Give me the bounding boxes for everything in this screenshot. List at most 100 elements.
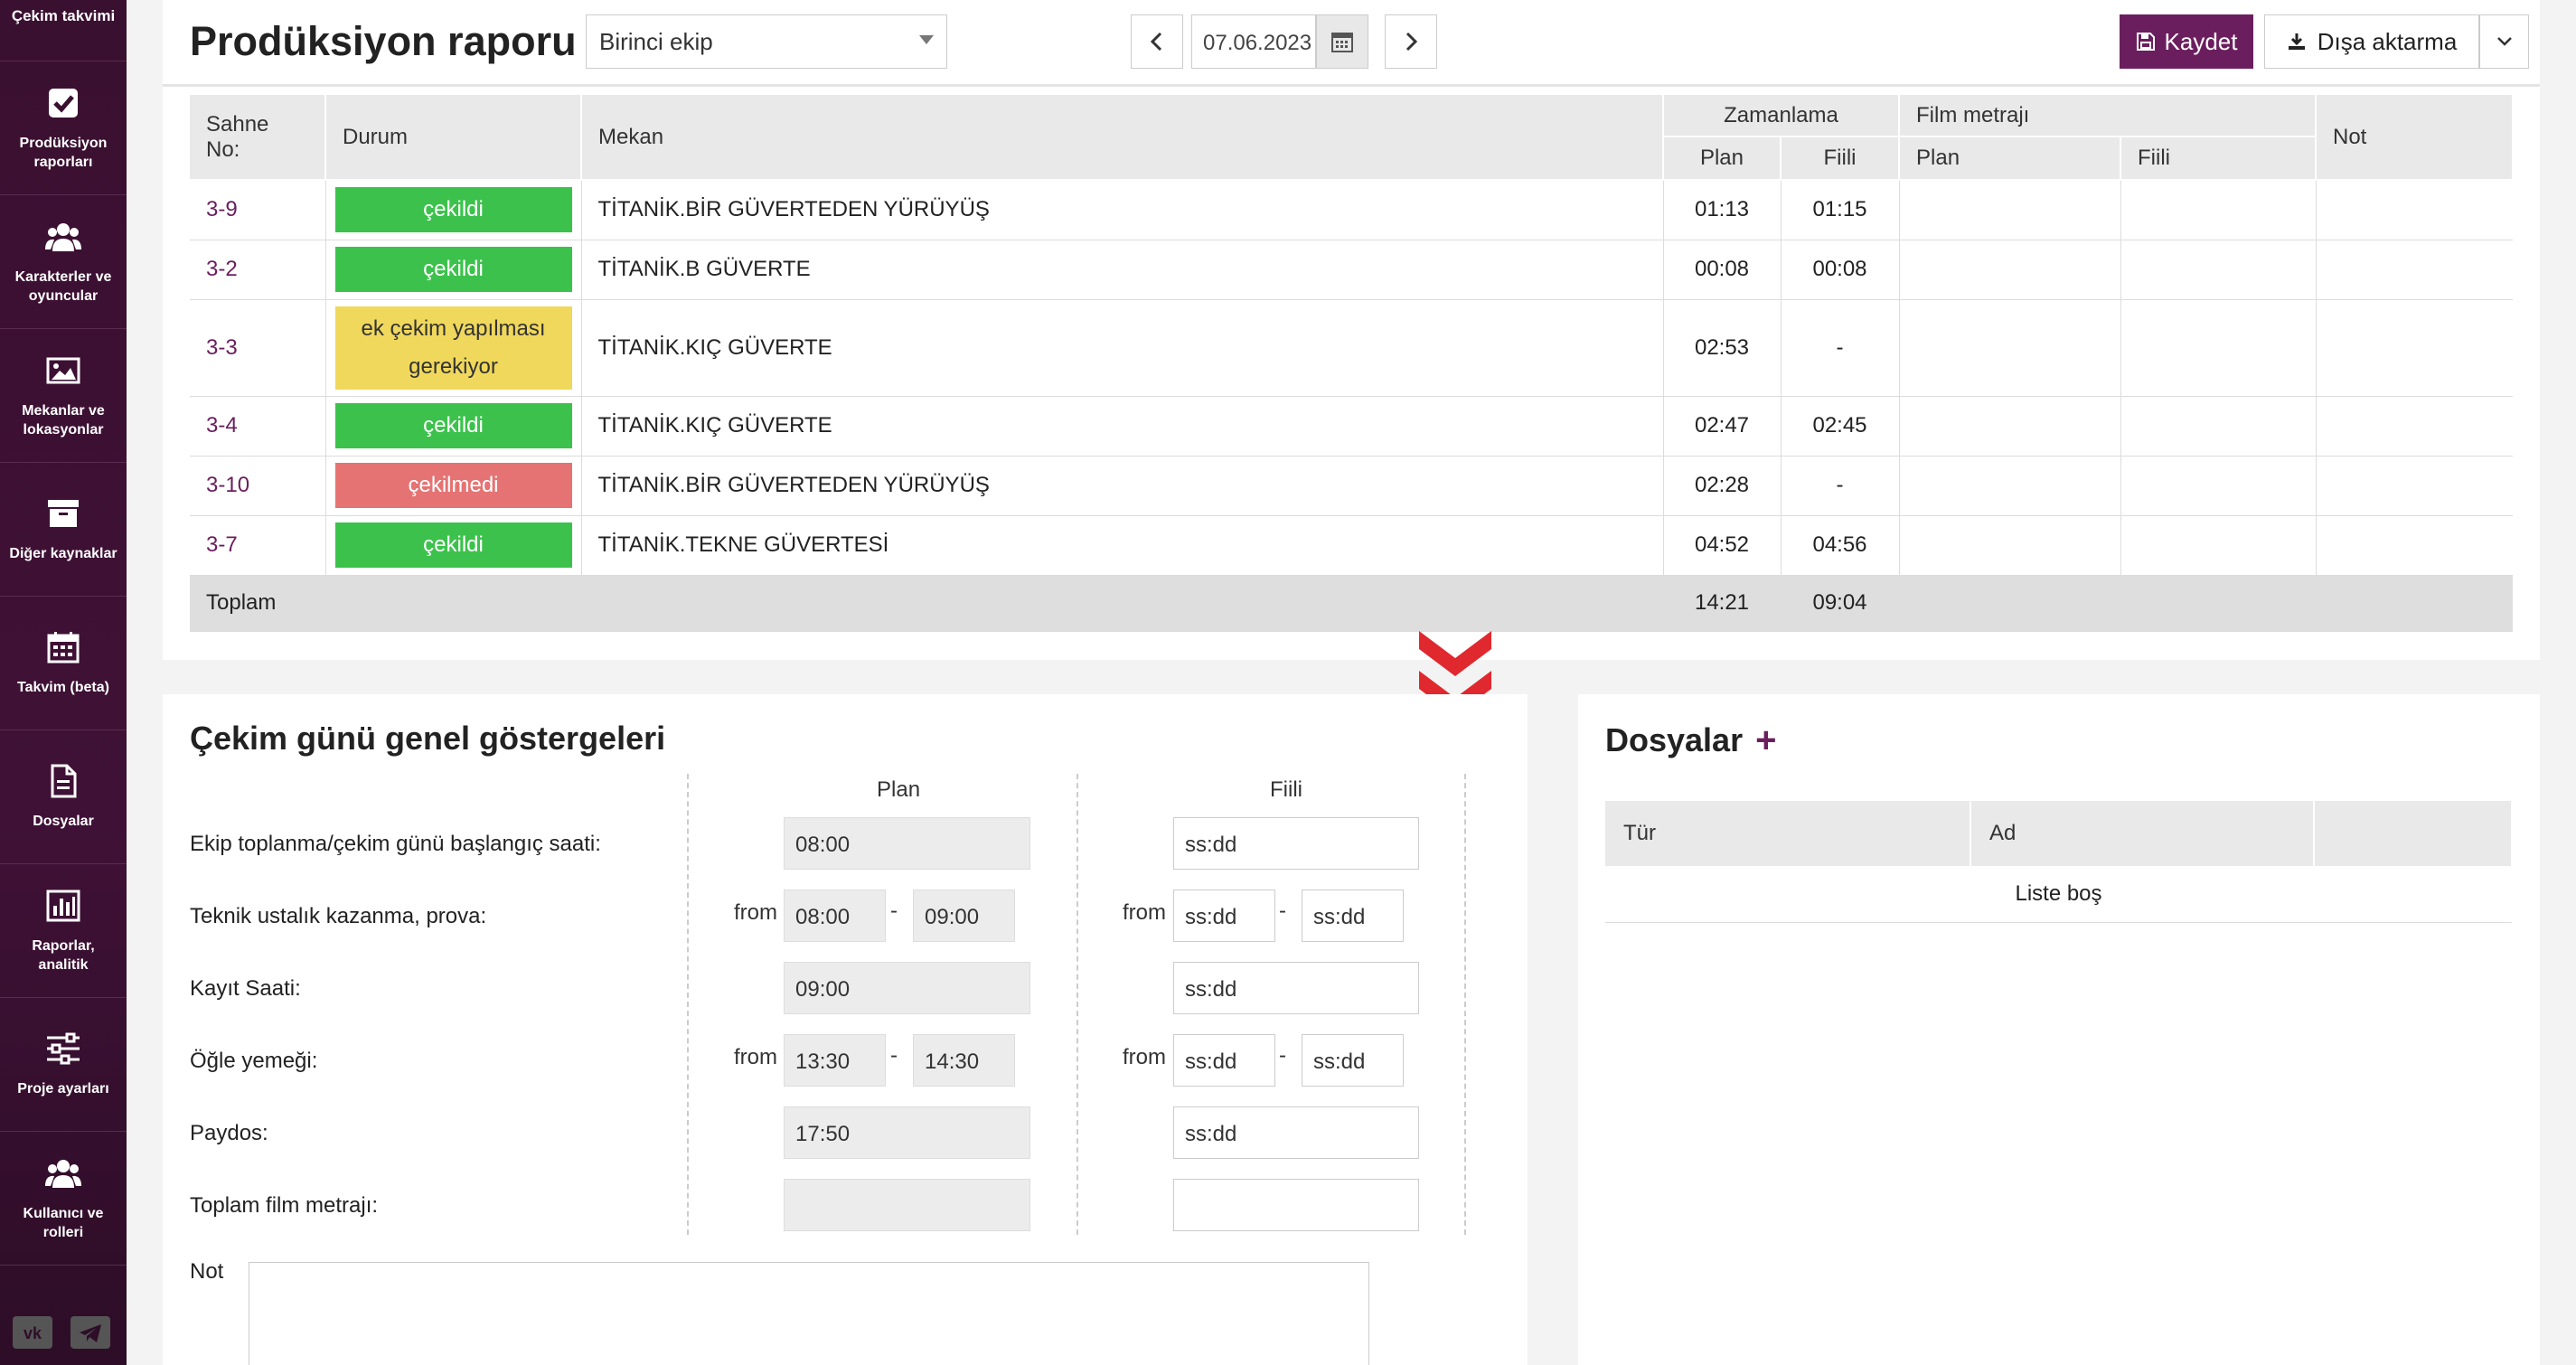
timing-actual: 04:56: [1781, 515, 1900, 576]
actual-column-header: Fiili: [1270, 777, 1302, 802]
recording-time-actual[interactable]: ss:dd: [1173, 962, 1419, 1014]
col-footage-plan: Plan: [1899, 136, 2121, 181]
date-input[interactable]: 07.06.2023: [1191, 14, 1316, 69]
sidebar-item-label: Proje ayarları: [17, 1081, 109, 1097]
scenes-table: Sahne No: Durum Mekan Zamanlama Film met…: [190, 95, 2514, 632]
sidebar-item-project-settings[interactable]: Proje ayarları: [0, 998, 127, 1132]
divider: [687, 774, 689, 1235]
footage-plan[interactable]: [1899, 456, 2121, 516]
rehearsal-actual-to[interactable]: ss:dd: [1302, 890, 1404, 942]
sidebar-item-characters[interactable]: Karakterler ve oyuncular: [0, 195, 127, 329]
rehearsal-actual-from[interactable]: ss:dd: [1173, 890, 1275, 942]
total-footage-plan-input[interactable]: [784, 1179, 1030, 1231]
footage-plan[interactable]: [1899, 240, 2121, 300]
scene-number[interactable]: 3-10: [190, 456, 326, 516]
footage-plan[interactable]: [1899, 180, 2121, 240]
table-row[interactable]: 3-4 çekildi TİTANİK.KIÇ GÜVERTE 02:47 02…: [190, 396, 2513, 457]
table-row[interactable]: 3-3 ek çekim yapılması gerekiyor TİTANİK…: [190, 299, 2513, 397]
rehearsal-plan-from[interactable]: 08:00: [784, 890, 886, 942]
sidebar-item-users-roles[interactable]: Kullanıcı ve rolleri: [0, 1132, 127, 1266]
scene-number[interactable]: 3-2: [190, 240, 326, 300]
footage-actual[interactable]: [2120, 299, 2317, 397]
crew-start-plan[interactable]: 08:00: [784, 817, 1030, 870]
note-cell[interactable]: [2316, 299, 2513, 397]
footage-actual[interactable]: [2120, 456, 2317, 516]
footage-plan[interactable]: [1899, 515, 2121, 576]
wrap-plan[interactable]: 17:50: [784, 1106, 1030, 1159]
prev-date-button[interactable]: [1131, 14, 1183, 69]
note-textarea[interactable]: [249, 1262, 1369, 1365]
col-note: Not: [2316, 95, 2514, 181]
footage-actual[interactable]: [2120, 240, 2317, 300]
wrap-actual[interactable]: ss:dd: [1173, 1106, 1419, 1159]
vk-icon[interactable]: vk: [13, 1316, 52, 1349]
timing-plan: 00:08: [1663, 240, 1782, 300]
table-row[interactable]: 3-7 çekildi TİTANİK.TEKNE GÜVERTESİ 04:5…: [190, 515, 2513, 576]
scene-number[interactable]: 3-7: [190, 515, 326, 576]
footage-plan[interactable]: [1899, 396, 2121, 457]
table-row[interactable]: 3-2 çekildi TİTANİK.B GÜVERTE 00:08 00:0…: [190, 240, 2513, 300]
total-footage-actual-input[interactable]: [1173, 1179, 1419, 1231]
table-row[interactable]: 3-10 çekilmedi TİTANİK.BİR GÜVERTEDEN YÜ…: [190, 456, 2513, 516]
note-cell[interactable]: [2316, 240, 2513, 300]
telegram-icon[interactable]: [71, 1316, 110, 1349]
files-title-text: Dosyalar: [1605, 721, 1744, 758]
sidebar-item-files[interactable]: Dosyalar: [0, 730, 127, 864]
crew-select[interactable]: Birinci ekip: [586, 14, 947, 69]
indicators-title: Çekim günü genel göstergeleri: [190, 720, 666, 757]
recording-time-plan[interactable]: 09:00: [784, 962, 1030, 1014]
lunch-plan-from[interactable]: 13:30: [784, 1034, 886, 1087]
file-icon: [51, 764, 77, 798]
timing-actual: 02:45: [1781, 396, 1900, 457]
scene-number[interactable]: 3-9: [190, 180, 326, 240]
chevron-left-icon: [1150, 32, 1162, 52]
lunch-actual-to[interactable]: ss:dd: [1302, 1034, 1404, 1087]
save-button[interactable]: Kaydet: [2120, 14, 2253, 69]
sidebar-item-production-reports[interactable]: Prodüksiyon raporları: [0, 61, 127, 195]
table-row[interactable]: 3-9 çekildi TİTANİK.BİR GÜVERTEDEN YÜRÜY…: [190, 180, 2513, 240]
page-title: Prodüksiyon raporu: [190, 18, 577, 64]
footage-actual[interactable]: [2120, 180, 2317, 240]
note-cell[interactable]: [2316, 396, 2513, 457]
footage-actual[interactable]: [2120, 515, 2317, 576]
sidebar-item-label: Çekim takvimi: [11, 7, 116, 24]
footage-actual[interactable]: [2120, 396, 2317, 457]
next-date-button[interactable]: [1385, 14, 1437, 69]
scene-number[interactable]: 3-4: [190, 396, 326, 457]
note-cell[interactable]: [2316, 456, 2513, 516]
sidebar: Çekim takvimi Prodüksiyon raporları Kara…: [0, 0, 127, 1365]
col-footage-actual: Fiili: [2120, 136, 2317, 181]
total-actual: 09:04: [1781, 575, 1899, 632]
scene-number[interactable]: 3-3: [190, 299, 326, 397]
sidebar-item-other-resources[interactable]: Diğer kaynaklar: [0, 463, 127, 597]
export-dropdown-toggle[interactable]: [2479, 14, 2529, 69]
row-label: Paydos:: [190, 1121, 268, 1145]
add-file-button[interactable]: +: [1755, 722, 1776, 758]
sidebar-item-reports[interactable]: Raporlar, analitik: [0, 864, 127, 998]
sidebar-item-shooting-calendar[interactable]: Çekim takvimi: [0, 0, 127, 61]
lunch-actual-from[interactable]: ss:dd: [1173, 1034, 1275, 1087]
export-button[interactable]: Dışa aktarma: [2264, 14, 2479, 69]
users-icon: [45, 222, 81, 251]
status-badge: ek çekim yapılması gerekiyor: [334, 306, 572, 390]
crew-start-actual[interactable]: ss:dd: [1173, 817, 1419, 870]
row-label: Öğle yemeği:: [190, 1049, 318, 1073]
archive-icon: [48, 500, 79, 527]
calendar-button[interactable]: [1316, 14, 1368, 69]
timing-plan: 04:52: [1663, 515, 1782, 576]
rehearsal-plan-to[interactable]: 09:00: [913, 890, 1015, 942]
sidebar-item-label: Dosyalar: [33, 814, 94, 829]
lunch-plan-to[interactable]: 14:30: [913, 1034, 1015, 1087]
sidebar-item-locations[interactable]: Mekanlar ve lokasyonlar: [0, 329, 127, 463]
sidebar-item-label: Takvim (beta): [17, 680, 109, 695]
chevron-down-icon: [2496, 37, 2512, 46]
note-cell[interactable]: [2316, 180, 2513, 240]
note-cell[interactable]: [2316, 515, 2513, 576]
timing-actual: 01:15: [1781, 180, 1900, 240]
sliders-icon: [47, 1032, 80, 1065]
status-badge: çekildi: [334, 187, 572, 233]
footage-plan[interactable]: [1899, 299, 2121, 397]
sidebar-item-calendar-beta[interactable]: Takvim (beta): [0, 597, 127, 730]
col-timing-actual: Fiili: [1781, 136, 1900, 181]
status-badge: çekildi: [334, 247, 572, 292]
